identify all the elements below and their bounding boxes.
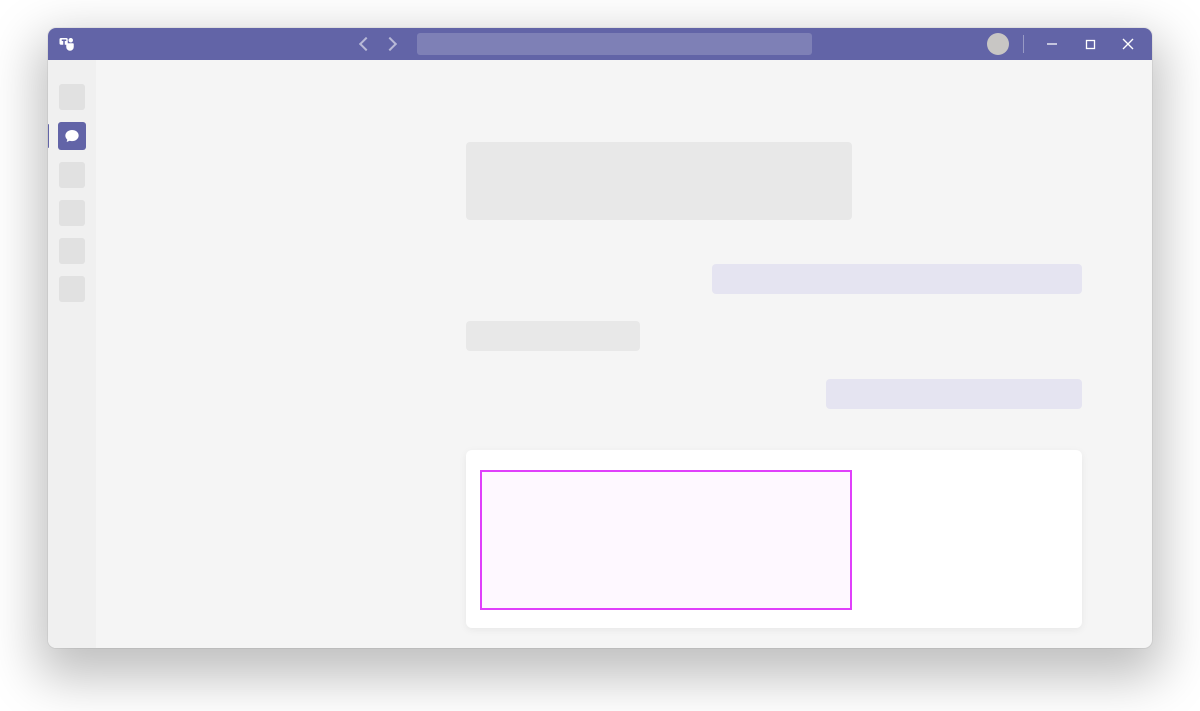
divider <box>1023 35 1024 53</box>
chat-content <box>96 60 1152 648</box>
message-bubble-other <box>466 321 640 351</box>
close-button[interactable] <box>1114 30 1142 58</box>
chat-icon <box>64 128 80 144</box>
rail-item-activity[interactable] <box>59 84 85 110</box>
rail-item-chat[interactable] <box>58 122 86 150</box>
rail-item-teams[interactable] <box>59 162 85 188</box>
rail-item-files[interactable] <box>59 276 85 302</box>
message-bubble-me <box>712 264 1082 294</box>
title-bar-right <box>987 30 1142 58</box>
history-nav <box>361 39 395 49</box>
maximize-button[interactable] <box>1076 30 1104 58</box>
search-input[interactable] <box>417 33 812 55</box>
minimize-button[interactable] <box>1038 30 1066 58</box>
compose-highlight[interactable] <box>480 470 852 610</box>
avatar[interactable] <box>987 33 1009 55</box>
rail-item-calendar[interactable] <box>59 200 85 226</box>
message-bubble-other <box>466 142 852 220</box>
back-icon[interactable] <box>359 37 373 51</box>
message-bubble-me <box>826 379 1082 409</box>
app-rail <box>48 60 96 648</box>
rail-item-calls[interactable] <box>59 238 85 264</box>
teams-logo-icon <box>58 35 76 53</box>
main-area <box>48 60 1152 648</box>
title-bar-left <box>58 35 353 53</box>
teams-app-window <box>48 28 1152 648</box>
forward-icon[interactable] <box>383 37 397 51</box>
title-bar <box>48 28 1152 60</box>
